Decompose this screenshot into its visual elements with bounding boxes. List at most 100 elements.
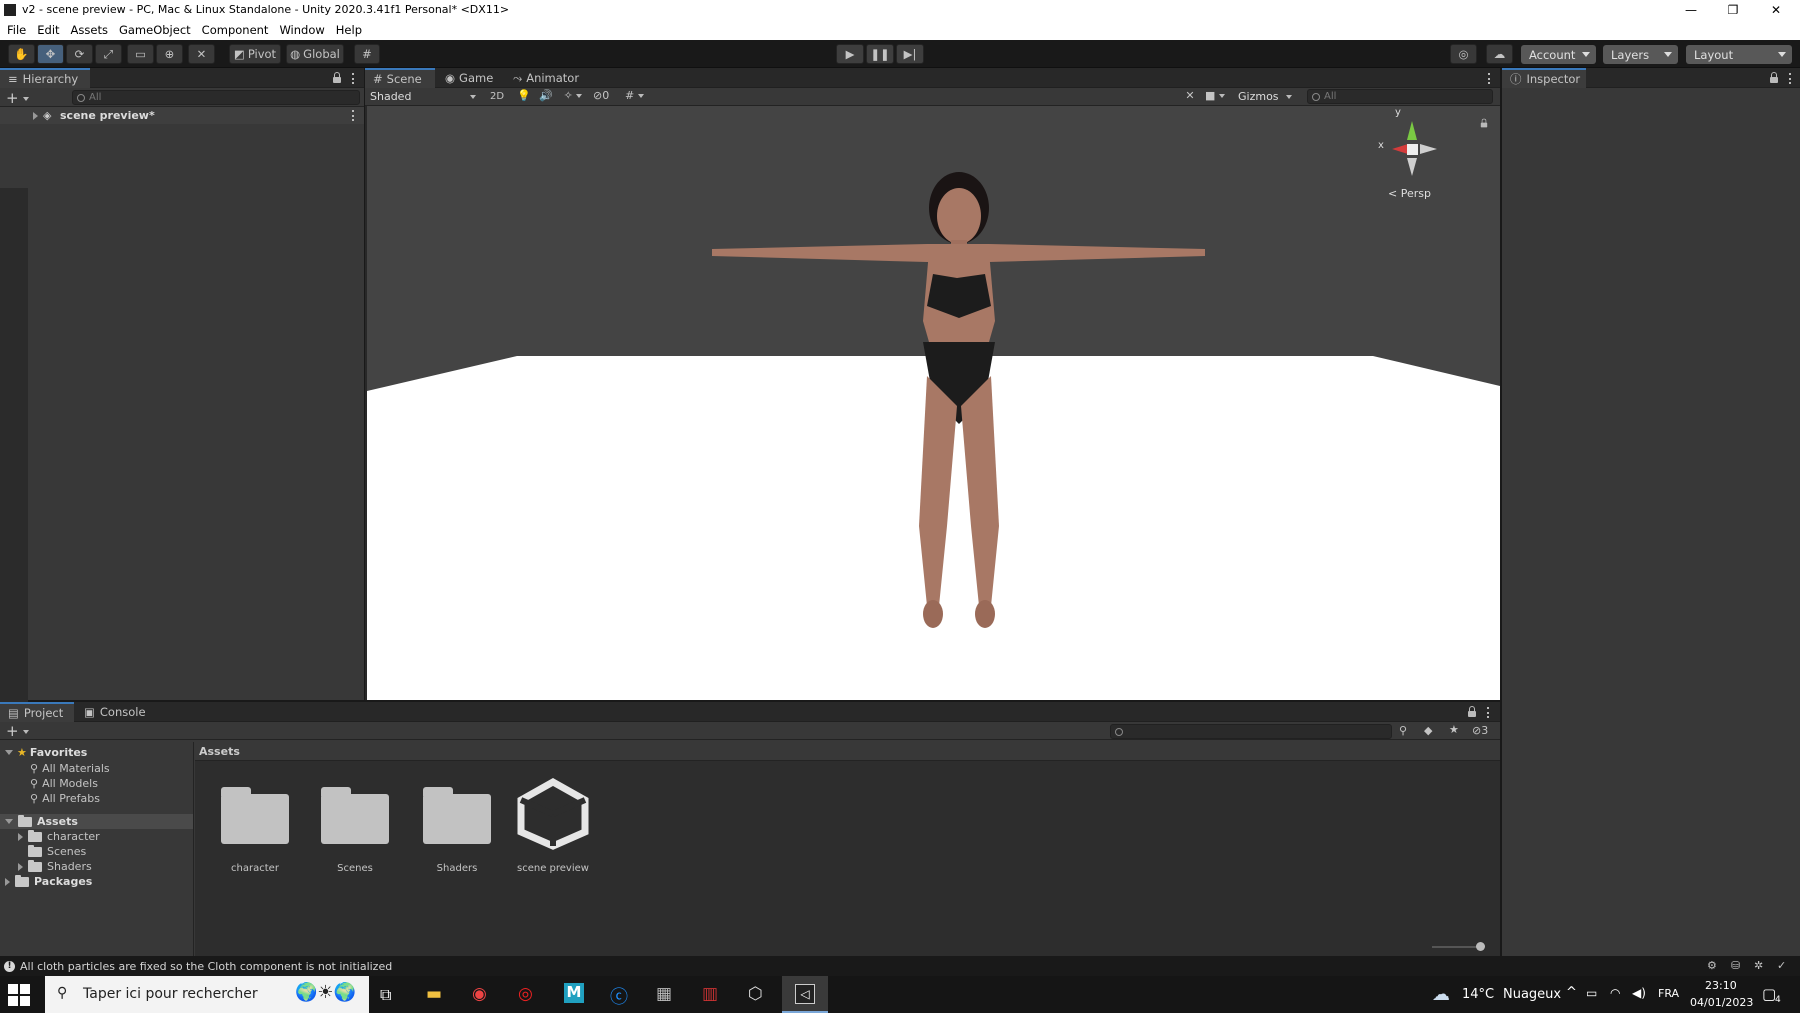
lock-icon[interactable] <box>1770 72 1778 83</box>
add-button[interactable]: + <box>6 89 30 107</box>
language-indicator[interactable]: FRA <box>1658 987 1679 1000</box>
pivot-toggle[interactable]: ◩ Pivot <box>229 44 281 64</box>
audio-icon[interactable]: 🔊 <box>537 89 555 102</box>
neg-x-axis-cone[interactable] <box>1420 144 1437 154</box>
effects-icon[interactable]: ✧ <box>559 89 587 102</box>
gizmo-lock-icon[interactable] <box>1480 118 1488 128</box>
cloud-button[interactable]: ☁ <box>1486 44 1513 64</box>
weather-temperature[interactable]: 14°C <box>1462 987 1494 1002</box>
custom-tool-button[interactable]: ✕ <box>188 44 215 64</box>
cloud-weather-icon[interactable]: ☁ <box>1432 984 1450 1005</box>
orientation-gizmo[interactable] <box>1392 121 1437 176</box>
chrome-icon[interactable]: ◉ <box>472 984 487 1004</box>
camera-settings-button[interactable]: ■ <box>1205 89 1235 102</box>
project-search-input[interactable] <box>1110 724 1392 739</box>
layers-dropdown[interactable]: Layers <box>1603 45 1678 64</box>
tab-animator[interactable]: ⤳ Animator <box>505 68 585 88</box>
restore-button[interactable]: ❐ <box>1710 0 1756 20</box>
unity-scene-icon[interactable] <box>517 778 589 850</box>
device-icon[interactable]: ▭ <box>1586 986 1597 1000</box>
favorite-all-materials[interactable]: ⚲ All Materials <box>30 762 110 775</box>
menu-component[interactable]: Component <box>200 23 271 37</box>
expand-arrow-icon[interactable] <box>5 750 13 755</box>
gizmos-dropdown[interactable]: Gizmos <box>1238 90 1303 103</box>
zoom-slider-thumb[interactable] <box>1476 942 1485 951</box>
tab-project[interactable]: ▤ Project <box>0 702 74 722</box>
check-icon[interactable]: ✓ <box>1777 959 1786 972</box>
status-message[interactable]: All cloth particles are fixed so the Clo… <box>20 960 392 973</box>
tools-icon[interactable]: ✕ <box>1181 89 1199 102</box>
scene-row[interactable]: ◈ scene preview* <box>0 107 364 124</box>
scale-tool-button[interactable]: ⤢ <box>95 44 122 64</box>
lighting-icon[interactable]: 💡 <box>515 89 533 102</box>
menu-file[interactable]: File <box>5 23 28 37</box>
project-breadcrumb[interactable]: Assets <box>195 742 1500 761</box>
move-tool-button[interactable]: ✥ <box>37 44 64 64</box>
favorite-all-models[interactable]: ⚲ All Models <box>30 777 98 790</box>
lock-icon[interactable] <box>333 72 341 83</box>
rotate-tool-button[interactable]: ⟳ <box>66 44 93 64</box>
taskbar-search[interactable]: ⚲ Taper ici pour rechercher 🌍☀🌍 <box>45 976 369 1013</box>
file-explorer-icon[interactable]: ▬ <box>426 984 442 1004</box>
tree-item-character[interactable]: character <box>18 829 100 843</box>
weather-description[interactable]: Nuageux <box>1503 987 1561 1002</box>
toggle-2d-button[interactable]: 2D <box>485 89 509 105</box>
expand-arrow-icon[interactable] <box>33 112 38 120</box>
opera-icon[interactable]: ◎ <box>518 984 533 1004</box>
layout-dropdown[interactable]: Layout <box>1686 45 1792 64</box>
grid-snap-button[interactable]: # <box>354 44 380 64</box>
scene-search-input[interactable]: All <box>1307 89 1493 104</box>
grid-item-character[interactable]: character <box>209 863 301 874</box>
menu-edit[interactable]: Edit <box>35 23 61 37</box>
expand-arrow-icon[interactable] <box>18 832 23 841</box>
global-toggle[interactable]: ◍ Global <box>286 44 344 64</box>
more-options-icon[interactable] <box>1487 707 1490 718</box>
zoom-slider[interactable] <box>1432 946 1480 948</box>
pause-button[interactable]: ❚❚ <box>866 44 894 64</box>
chevron-up-icon[interactable]: ^ <box>1566 985 1577 1000</box>
transform-tool-button[interactable]: ⊕ <box>156 44 183 64</box>
unity-editor-taskbar-button[interactable]: ◁ <box>782 976 828 1013</box>
hidden-packages-button[interactable]: ⊘3 <box>1472 724 1488 737</box>
minimize-button[interactable]: — <box>1668 0 1714 20</box>
hierarchy-search-input[interactable]: All <box>72 90 360 105</box>
menu-assets[interactable]: Assets <box>69 23 110 37</box>
filter-label-icon[interactable]: ◆ <box>1424 724 1432 737</box>
x-axis-cone[interactable] <box>1392 144 1408 154</box>
gizmo-center-cube[interactable] <box>1407 144 1418 155</box>
progress-icon[interactable]: ⚙ <box>1707 959 1717 972</box>
folder-icon[interactable] <box>423 787 491 844</box>
tab-hierarchy[interactable]: ≡ Hierarchy <box>0 68 90 88</box>
collab-button[interactable]: ◎ <box>1450 44 1477 64</box>
app-icon[interactable]: ▦ <box>656 984 672 1004</box>
debug-icon[interactable]: ✲ <box>1754 959 1763 972</box>
unity-hub-icon[interactable]: ⬡ <box>748 984 763 1004</box>
close-button[interactable]: ✕ <box>1753 0 1799 20</box>
shading-mode-dropdown[interactable]: Shaded <box>370 90 480 104</box>
windows-start-button[interactable] <box>8 984 30 1006</box>
hidden-objects-button[interactable]: ⊘0 <box>593 89 621 102</box>
tab-game[interactable]: ◉ Game <box>437 68 502 88</box>
more-options-icon[interactable] <box>1488 73 1491 84</box>
tab-inspector[interactable]: ⓘ Inspector <box>1502 68 1586 88</box>
more-options-icon[interactable] <box>352 73 355 84</box>
hand-tool-button[interactable]: ✋ <box>8 44 35 64</box>
grid-item-shaders[interactable]: Shaders <box>411 863 503 874</box>
play-button[interactable]: ▶ <box>836 44 864 64</box>
favorite-all-prefabs[interactable]: ⚲ All Prefabs <box>30 792 100 805</box>
tab-console[interactable]: ▣ Console <box>76 702 154 722</box>
tree-item-scenes[interactable]: Scenes <box>18 844 86 858</box>
expand-arrow-icon[interactable] <box>5 819 13 824</box>
grid-settings-button[interactable]: # <box>625 89 661 102</box>
create-button[interactable]: + <box>6 722 30 740</box>
menu-help[interactable]: Help <box>334 23 364 37</box>
rect-tool-button[interactable]: ▭ <box>127 44 154 64</box>
lock-icon[interactable] <box>1468 706 1476 717</box>
more-options-icon[interactable] <box>1789 73 1792 84</box>
wifi-icon[interactable]: ◠ <box>1610 986 1620 1000</box>
ccleaner-icon[interactable]: ⓒ <box>610 983 628 1009</box>
filter-type-icon[interactable]: ⚲ <box>1399 724 1407 737</box>
expand-arrow-icon[interactable] <box>5 877 10 886</box>
expand-arrow-icon[interactable] <box>18 862 23 871</box>
winrar-icon[interactable]: ▥ <box>702 984 718 1004</box>
